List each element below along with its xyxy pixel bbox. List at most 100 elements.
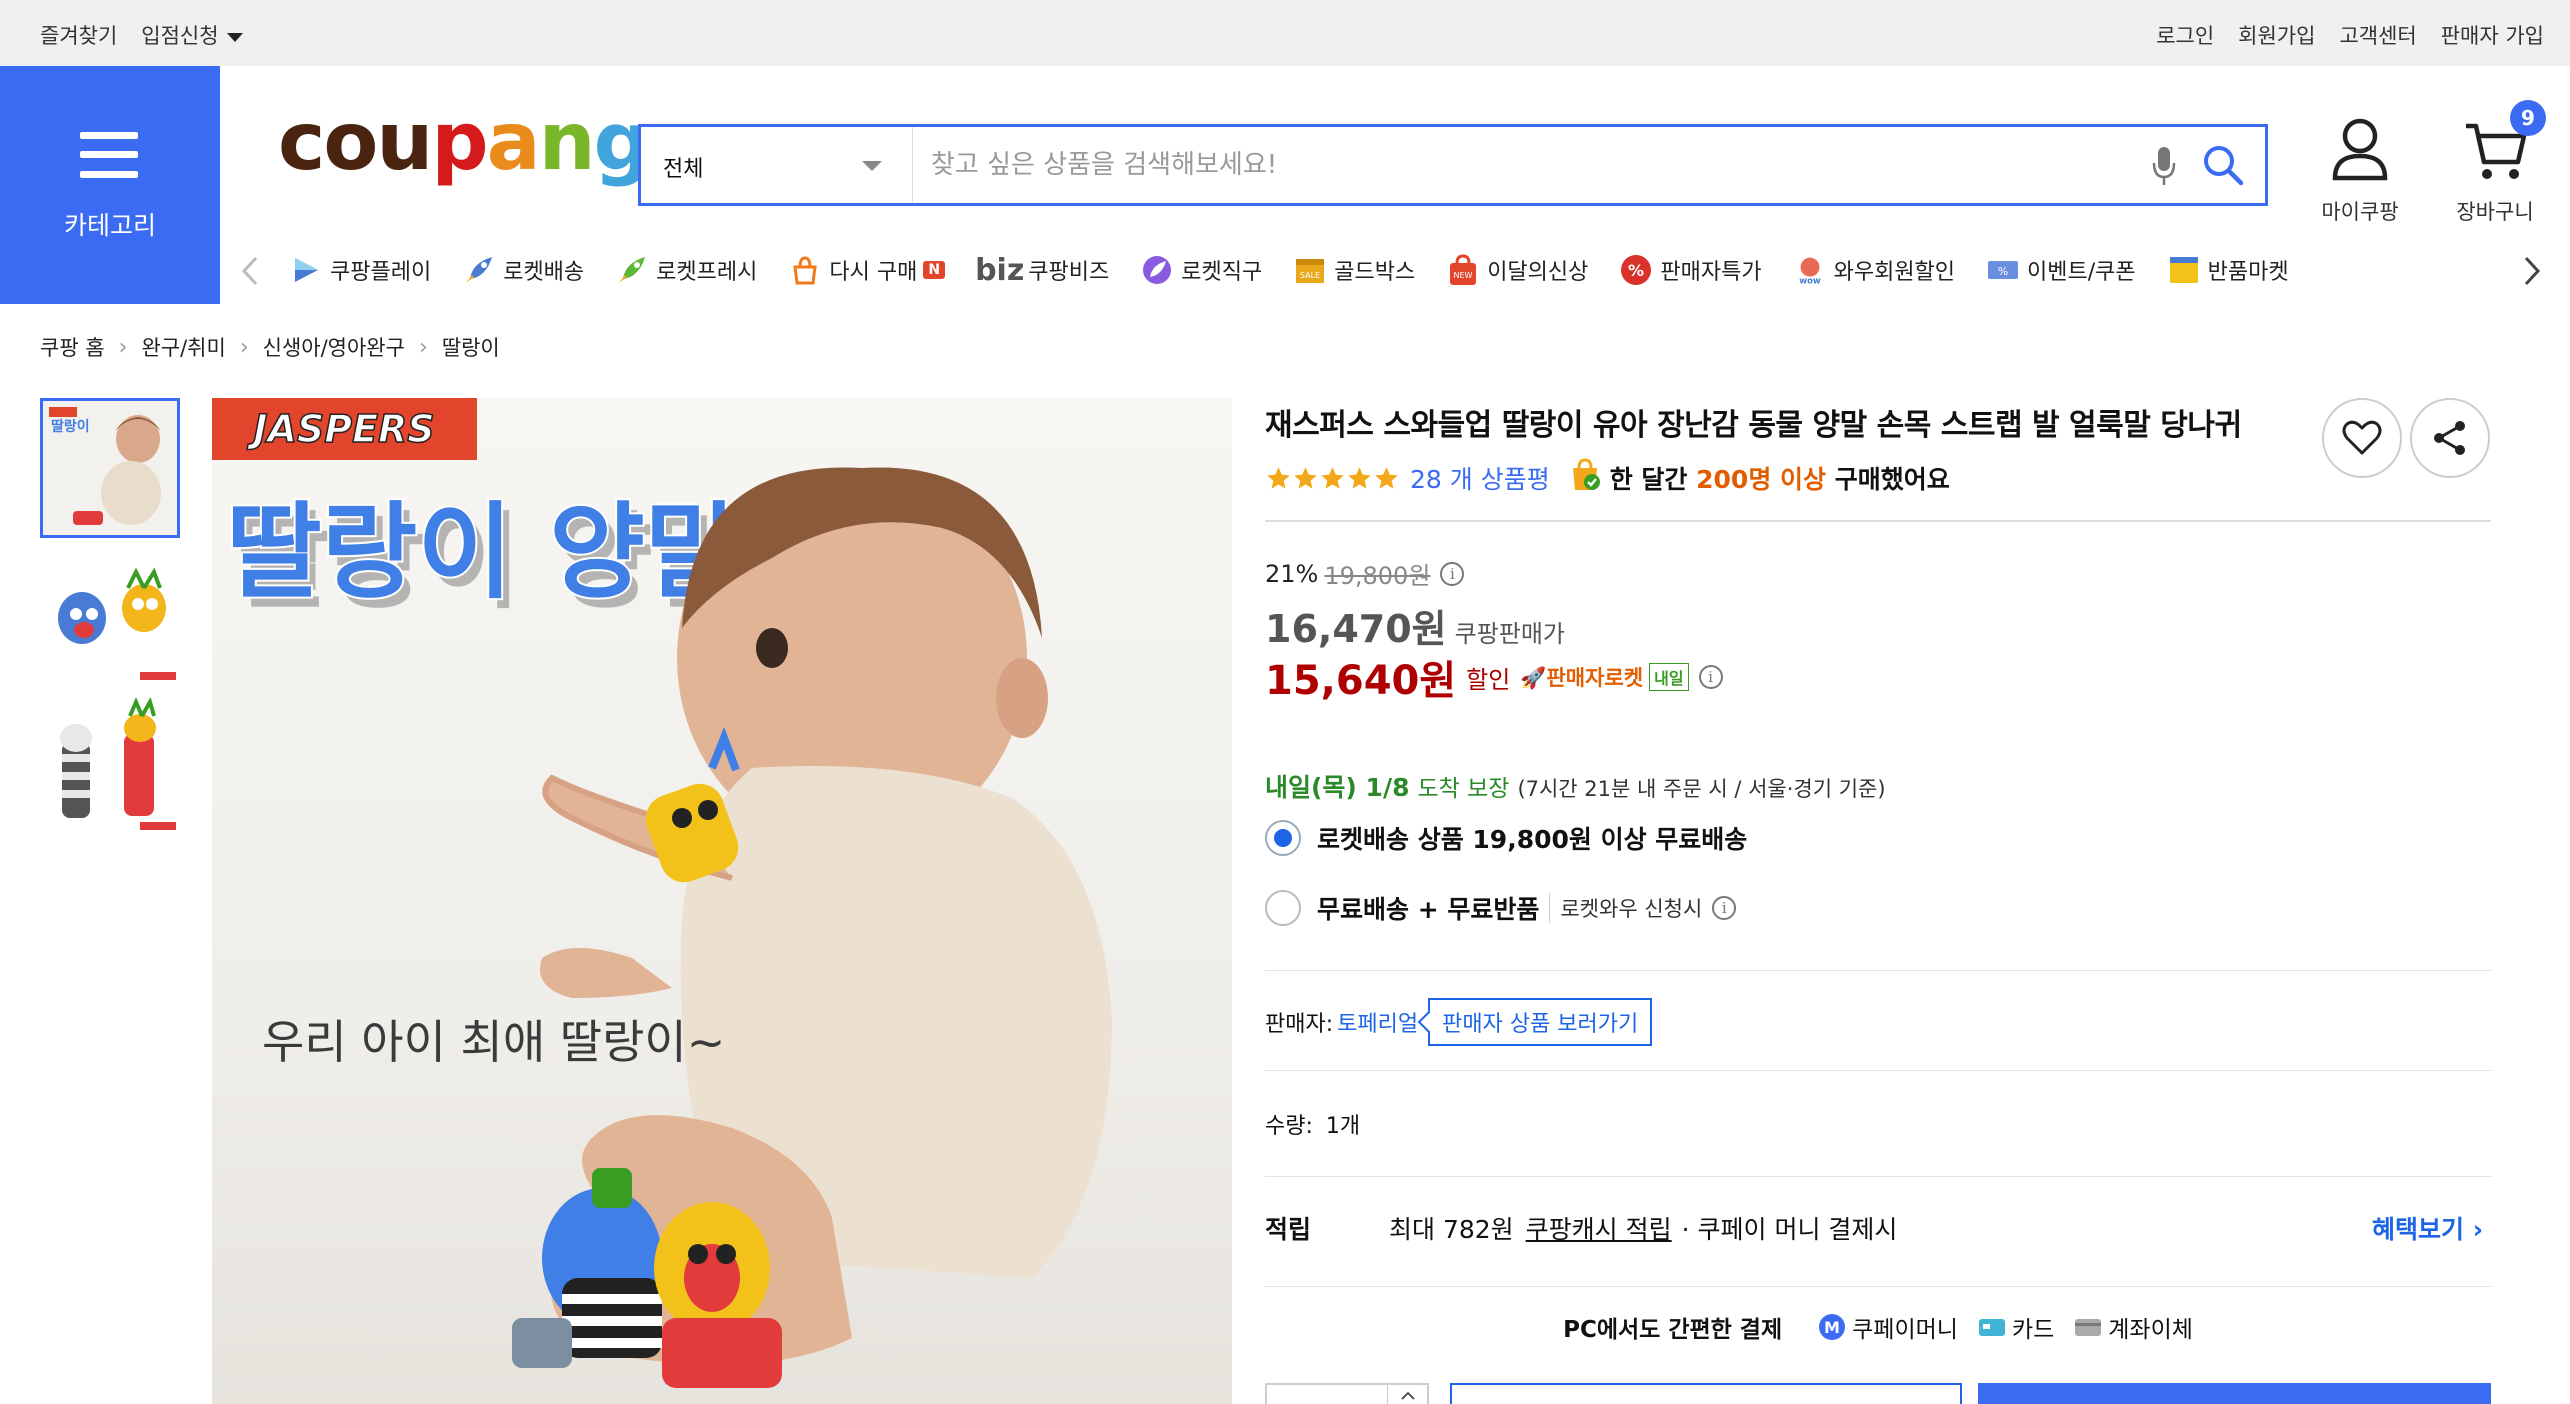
logo-letter: o — [323, 95, 378, 188]
info-icon[interactable]: i — [1698, 665, 1723, 689]
wow-icon: wow — [1792, 252, 1828, 288]
pay-option-label: 계좌이체 — [2108, 1317, 2193, 1343]
svg-text:%: % — [1998, 265, 2008, 278]
discount-rate: 21% — [1265, 559, 1319, 588]
main-product-image[interactable]: JASPERS 딸랑이 양말 딸랑이 양말 우리 아이 최애 딸랑이~ — [212, 398, 1232, 1404]
nav-item-label: 로켓배송 — [503, 260, 585, 285]
shipping-option-1-label: 로켓배송 상품 19,800원 이상 무료배송 — [1317, 825, 1748, 854]
goldbox-icon: SALE — [1292, 252, 1328, 288]
benefit-link[interactable]: 혜택보기 › — [2372, 1210, 2483, 1246]
breadcrumb: 쿠팡 홈 › 완구/취미 › 신생아/영아완구 › 딸랑이 — [40, 332, 500, 362]
breadcrumb-rattle[interactable]: 딸랑이 — [442, 332, 500, 362]
stepper-up-icon[interactable] — [1387, 1385, 1427, 1404]
search-icon[interactable] — [2201, 143, 2245, 191]
pay-option-label: 카드 — [2011, 1317, 2055, 1343]
category-button[interactable]: 카테고리 — [0, 66, 220, 304]
purchase-post: 구매했어요 — [1826, 465, 1950, 494]
sale-price-row: 15,640원 할인 🚀판매자로켓 내일 i — [1265, 648, 1723, 706]
star-icon — [1294, 466, 1317, 489]
search-category-select[interactable]: 전체 — [641, 127, 913, 203]
buy-now-button[interactable] — [1978, 1383, 2491, 1404]
original-price: 19,800원 — [1324, 562, 1431, 590]
quantity-stepper[interactable] — [1265, 1383, 1429, 1404]
shipping-option-free[interactable]: 무료배송 + 무료반품 로켓와우 신청시 i — [1265, 890, 1737, 926]
thumbnail-3[interactable] — [40, 698, 180, 838]
pay-lead: PC에서도 간편한 결제 — [1563, 1317, 1783, 1343]
nav-item-6[interactable]: SALE 골드박스 — [1292, 252, 1415, 288]
quantity-value: 1개 — [1325, 1114, 1361, 1139]
cart-count-badge: 9 — [2510, 100, 2546, 136]
nav-prev-icon[interactable] — [240, 256, 260, 290]
login-link[interactable]: 로그인 — [2156, 20, 2214, 50]
coupang-cash-link[interactable]: 쿠팡캐시 적립 — [1526, 1210, 1672, 1246]
rocket-icon: 🚀 — [1520, 666, 1547, 690]
logo-letter: u — [376, 95, 433, 188]
return-market-icon — [2166, 252, 2202, 288]
divider — [1265, 1286, 2491, 1287]
signup-link[interactable]: 회원가입 — [2238, 20, 2315, 50]
star-icon — [1348, 466, 1371, 489]
review-count-link[interactable]: 28 개 상품평 — [1410, 460, 1550, 496]
apply-menu[interactable]: 입점신청 — [141, 20, 243, 50]
breadcrumb-home[interactable]: 쿠팡 홈 — [40, 332, 105, 362]
nav-item-0[interactable]: 쿠팡플레이 — [288, 252, 431, 288]
coupang-price-label: 쿠팡판매가 — [1454, 620, 1566, 648]
radio-selected-icon — [1265, 820, 1301, 856]
thumbnail-2[interactable] — [40, 548, 180, 688]
coupon-icon: % — [1985, 252, 2021, 288]
nav-item-1[interactable]: 로켓배송 — [461, 252, 584, 288]
coupang-price-row: 16,470원 쿠팡판매가 — [1265, 598, 1565, 653]
nav-item-4[interactable]: biz 쿠팡비즈 — [975, 253, 1109, 288]
mypage-button[interactable]: 마이쿠팡 — [2305, 116, 2415, 226]
bookmark-link[interactable]: 즐겨찾기 — [40, 20, 117, 50]
points-desc: · 쿠페이 머니 결제시 — [1681, 1215, 1898, 1244]
star-rating[interactable] — [1265, 465, 1400, 492]
svg-text:M: M — [1824, 1318, 1840, 1337]
caret-down-icon — [226, 32, 243, 42]
tomorrow-tag: 내일 — [1649, 663, 1689, 691]
nav-strip: 쿠팡플레이 로켓배송 로켓프레시 다시 구매 N biz 쿠팡비즈 로켓직구 SALE 골드박스 N… — [220, 240, 2570, 300]
pay-option-label: 쿠페이머니 — [1852, 1317, 1958, 1343]
nav-next-icon[interactable] — [2522, 256, 2542, 290]
nav-item-2[interactable]: 로켓프레시 — [614, 252, 757, 288]
nav-items: 쿠팡플레이 로켓배송 로켓프레시 다시 구매 N biz 쿠팡비즈 로켓직구 SALE 골드박스 N… — [288, 252, 2319, 288]
global-rocket-icon — [1139, 252, 1175, 288]
points-label: 적립 — [1265, 1215, 1312, 1244]
seller-products-button[interactable]: 판매자 상품 보러가기 — [1428, 998, 1653, 1046]
wishlist-button[interactable] — [2322, 398, 2402, 478]
support-link[interactable]: 고객센터 — [2339, 20, 2416, 50]
share-button[interactable] — [2410, 398, 2490, 478]
search-input[interactable] — [931, 143, 2131, 187]
image-headline: 딸랑이 양말 — [226, 491, 741, 613]
microphone-icon[interactable] — [2151, 145, 2177, 191]
shipping-option-2-label: 무료배송 + 무료반품 — [1317, 895, 1540, 924]
breadcrumb-toys[interactable]: 완구/취미 — [141, 332, 225, 362]
nav-item-11[interactable]: 반품마켓 — [2166, 252, 2289, 288]
image-caption: 우리 아이 최애 딸랑이~ — [262, 1015, 725, 1069]
seller-row: 판매자: 토페리얼 판매자 상품 보러가기 — [1265, 998, 1653, 1046]
info-icon[interactable]: i — [1440, 561, 1465, 586]
thumbnail-1[interactable]: 딸랑이 — [40, 398, 180, 538]
nav-item-8[interactable]: % 판매자특가 — [1618, 252, 1762, 288]
coupang-logo[interactable]: coupang — [278, 102, 651, 182]
shipping-option-rocket[interactable]: 로켓배송 상품 19,800원 이상 무료배송 — [1265, 820, 1747, 856]
info-icon[interactable]: i — [1712, 896, 1737, 920]
nav-item-5[interactable]: 로켓직구 — [1139, 252, 1262, 288]
nav-item-7[interactable]: NEW 이달의신상 — [1445, 252, 1588, 288]
top-utility-bar: 즐겨찾기 입점신청 로그인 회원가입 고객센터 판매자 가입 — [0, 0, 2570, 66]
seller-rocket-badge: 🚀판매자로켓 — [1520, 662, 1643, 692]
purchase-highlight: 200명 이상 — [1696, 465, 1827, 494]
seller-label: 판매자: — [1265, 1012, 1334, 1037]
nav-item-9[interactable]: wow 와우회원할인 — [1792, 252, 1955, 288]
nav-item-label: 반품마켓 — [2207, 260, 2289, 285]
breadcrumb-infant-toys[interactable]: 신생아/영아완구 — [263, 332, 405, 362]
new-bag-icon: NEW — [1445, 252, 1481, 288]
percent-icon: % — [1618, 252, 1654, 288]
nav-item-3[interactable]: 다시 구매 N — [787, 252, 946, 288]
search-category-value: 전체 — [663, 157, 704, 182]
chevron-right-icon: › — [118, 334, 128, 360]
add-to-cart-button[interactable] — [1450, 1383, 1962, 1404]
seller-signup-link[interactable]: 판매자 가입 — [2441, 20, 2544, 50]
nav-item-10[interactable]: % 이벤트/쿠폰 — [1985, 252, 2136, 288]
seller-name-link[interactable]: 토페리얼 — [1337, 1006, 1418, 1038]
